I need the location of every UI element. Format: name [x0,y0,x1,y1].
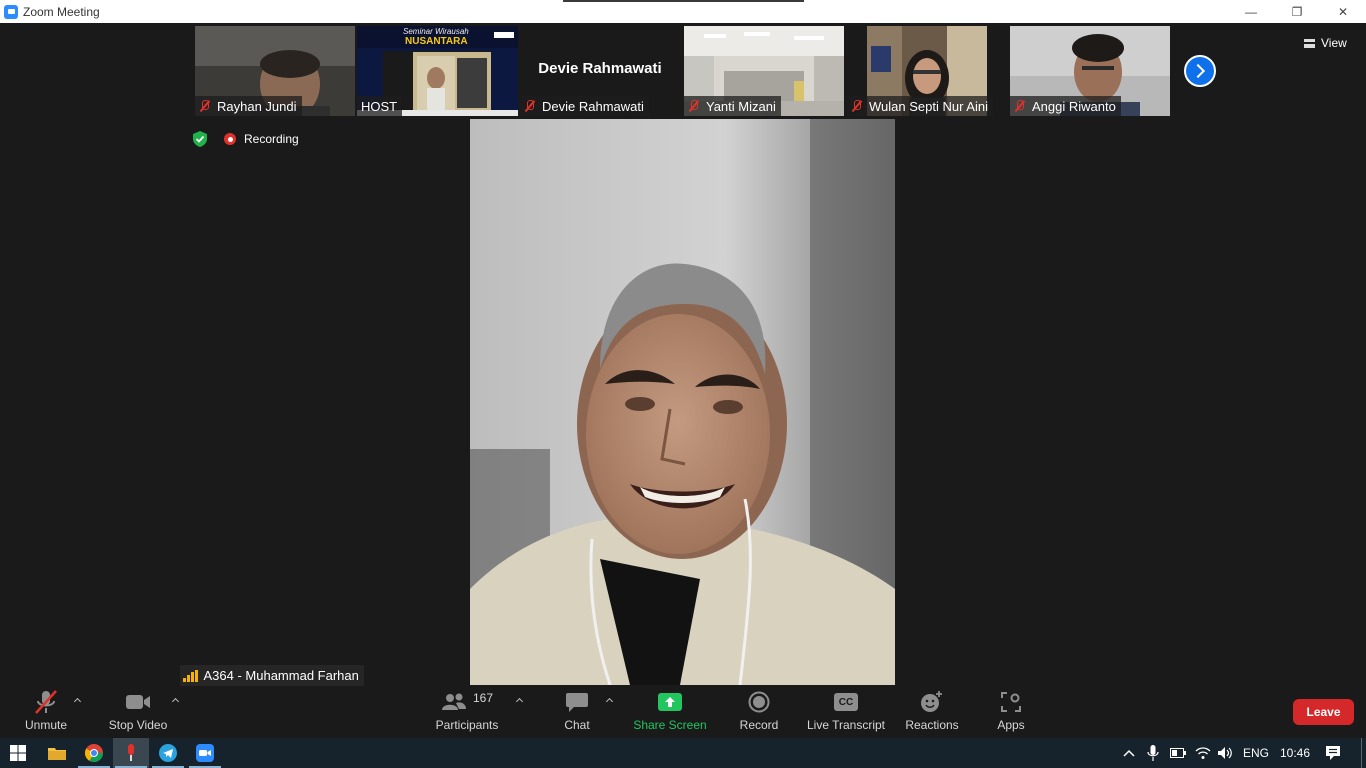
active-speaker-label: A364 - Muhammad Farhan [180,665,364,686]
live-transcript-button[interactable]: CC Live Transcript [806,688,886,738]
tray-battery[interactable] [1170,738,1186,768]
participant-tile-rayhan[interactable]: Rayhan Jundi [195,26,355,116]
share-screen-icon [658,693,682,711]
taskbar-chrome[interactable] [76,738,112,768]
notification-icon [1326,746,1340,760]
audio-options-caret[interactable] [74,697,82,705]
minimize-icon: — [1245,4,1257,19]
app-icon [128,744,134,761]
chrome-icon [85,744,103,762]
mic-muted-icon [1014,100,1026,112]
tray-wifi[interactable] [1195,738,1211,768]
video-options-caret[interactable] [172,697,180,705]
folder-icon [48,748,66,760]
microphone-icon [1147,745,1159,761]
battery-icon [1170,748,1186,758]
tray-microphone[interactable] [1147,738,1159,768]
apps-button[interactable]: Apps [995,688,1027,738]
view-button[interactable]: View [1304,32,1347,54]
next-page-button[interactable] [1184,55,1216,87]
restore-icon: ❐ [1291,4,1303,19]
window-title: Zoom Meeting [23,4,100,19]
participant-tile-wulan[interactable]: Wulan Septi Nur Aini [847,26,1007,116]
chat-bubble-icon [566,693,588,712]
action-center-button[interactable] [1325,738,1341,768]
participants-options-caret[interactable] [516,697,524,705]
chat-button[interactable]: Chat [557,688,597,738]
restore-button[interactable]: ❐ [1274,0,1320,23]
participants-count: 167 [472,691,494,705]
banner-title: NUSANTARA [405,36,468,47]
recording-label: Recording [244,132,299,146]
recording-indicator[interactable]: Recording [224,130,299,148]
meeting-toolbar: Unmute Stop Video 167 Participants Chat … [0,688,1366,738]
zoom-icon [196,744,214,762]
smiley-plus-icon [921,691,942,712]
participants-icon [441,693,466,710]
banner-subtitle: Seminar Wirausah [403,27,469,36]
minimize-button[interactable]: — [1228,0,1274,23]
share-screen-button[interactable]: Share Screen [633,688,707,738]
closed-captions-icon: CC [834,693,858,711]
windows-logo-icon [10,745,26,761]
tray-language[interactable]: ENG [1243,738,1269,768]
wifi-icon [1195,747,1211,759]
speaker-video-frame [470,119,895,685]
mic-muted-icon [688,100,700,112]
participant-name-label: Wulan Septi Nur Aini [847,96,993,116]
active-speaker-name: A364 - Muhammad Farhan [203,668,359,683]
speaker-volume-icon [1218,747,1232,759]
video-camera-icon [126,695,150,709]
participant-tile-devie[interactable]: Devie Rahmawati Devie Rahmawati [520,26,680,116]
participant-name-label: Devie Rahmawati [520,96,649,116]
record-button[interactable]: Record [738,688,780,738]
close-window-button[interactable]: ✕ [1320,0,1366,23]
windows-start-button[interactable] [0,738,36,768]
mic-muted-icon [35,690,57,714]
signal-strength-icon [183,669,198,682]
close-icon: ✕ [1337,4,1349,19]
active-speaker-video [470,119,895,685]
participants-button[interactable]: 167 Participants [434,688,500,738]
view-label: View [1321,36,1347,50]
participant-tile-yanti[interactable]: Yanti Mizani [684,26,844,116]
mic-muted-icon [524,100,536,112]
record-icon [748,691,770,713]
mic-muted-icon [851,100,863,112]
zoom-app-icon [4,4,18,19]
chat-options-caret[interactable] [606,697,614,705]
telegram-icon [159,744,177,762]
chevron-up-icon [1123,749,1135,757]
participant-name-label: Anggi Riwanto [1010,96,1121,116]
participant-name-label: Yanti Mizani [684,96,781,116]
tray-clock[interactable]: 10:46 [1280,738,1310,768]
window-titlebar: Zoom Meeting — ❐ ✕ [0,0,1366,23]
tray-volume[interactable] [1217,738,1233,768]
unmute-button[interactable]: Unmute [21,688,71,738]
taskbar-zoom[interactable] [187,738,223,768]
participant-tile-anggi[interactable]: Anggi Riwanto [1010,26,1170,116]
leave-meeting-button[interactable]: Leave [1293,699,1354,725]
windows-taskbar: ENG 10:46 [0,738,1366,768]
show-desktop-button[interactable] [1361,738,1366,768]
stop-video-button[interactable]: Stop Video [106,688,170,738]
taskbar-telegram[interactable] [150,738,186,768]
participant-name-label: HOST [357,96,403,116]
taskbar-app-active[interactable] [113,738,149,768]
apps-icon [1001,692,1021,712]
show-hidden-icons[interactable] [1122,738,1136,768]
participant-name-label: Rayhan Jundi [195,96,302,116]
title-drag-strip [563,0,804,2]
view-grid-icon [1304,38,1315,48]
encryption-shield-icon[interactable] [191,130,209,148]
participant-tile-host[interactable]: Seminar Wirausah NUSANTARA HOST [357,26,518,116]
participant-display-name: Devie Rahmawati [538,60,662,77]
mic-muted-icon [199,100,211,112]
recording-dot-icon [224,133,236,145]
reactions-button[interactable]: Reactions [904,688,960,738]
taskbar-file-explorer[interactable] [39,738,75,768]
